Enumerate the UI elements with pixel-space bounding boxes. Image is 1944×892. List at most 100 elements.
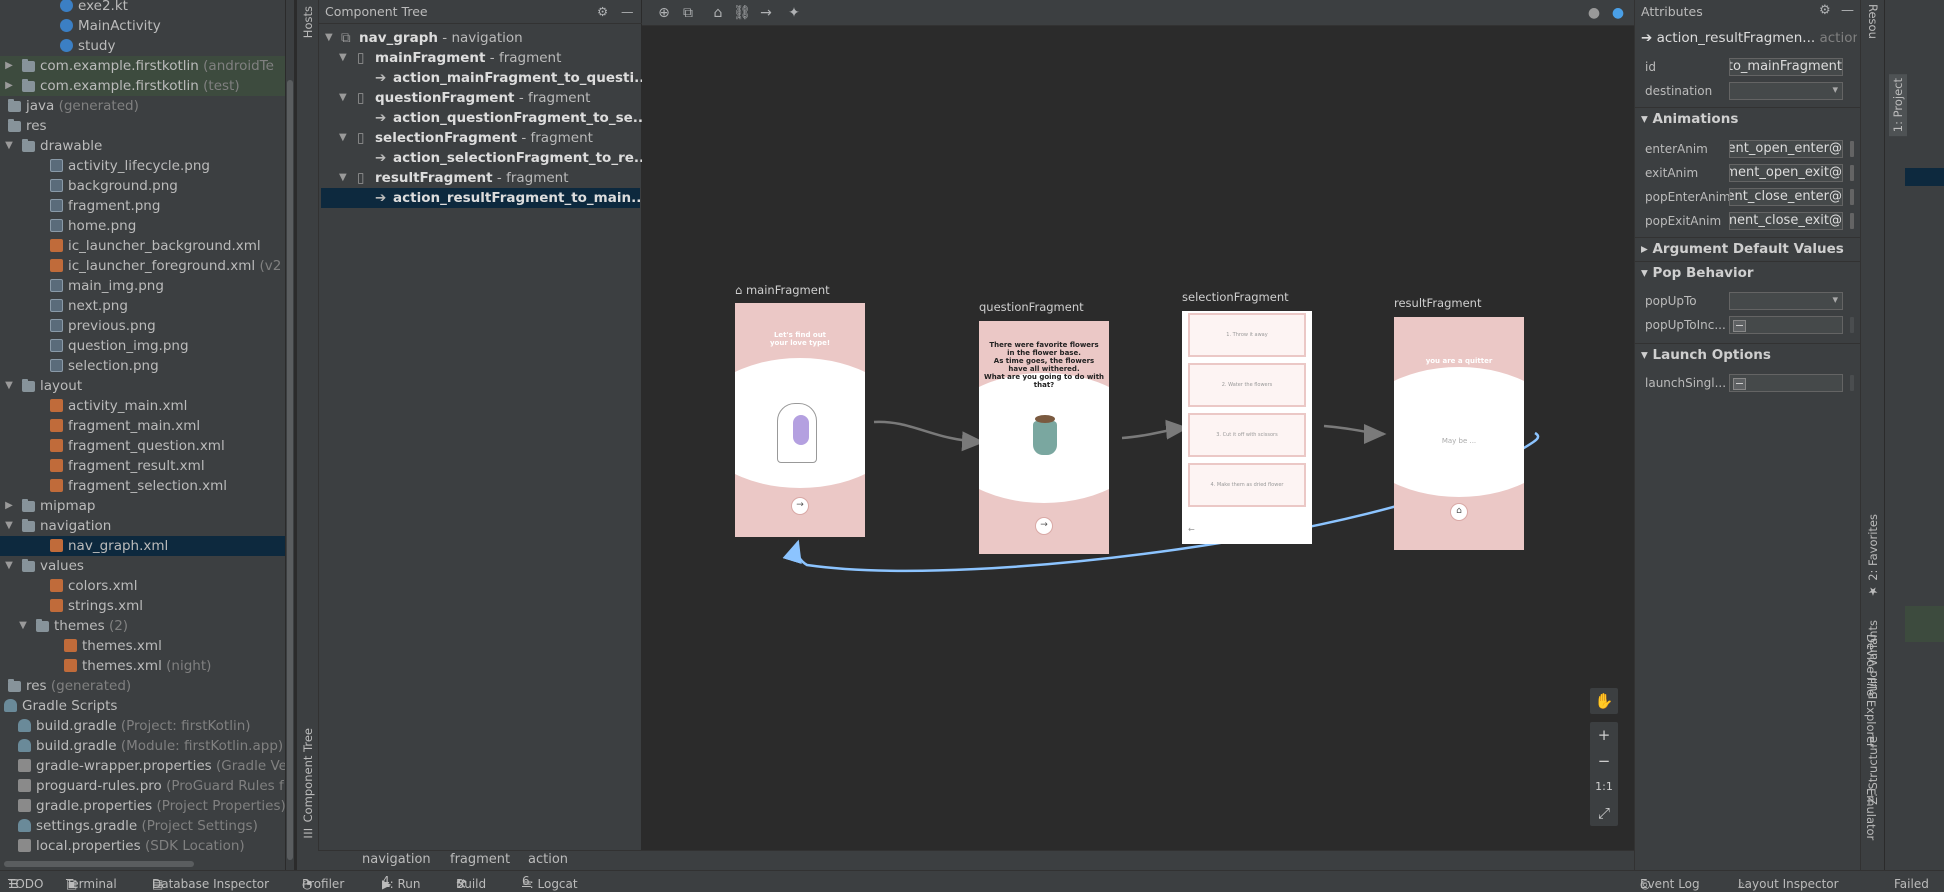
project-tree-item[interactable]: ▶ com.example.firstkotlin (androidTe bbox=[0, 56, 285, 76]
project-tree-item[interactable]: activity_lifecycle.png bbox=[0, 156, 285, 176]
tree-action-item[interactable]: ➔ action_questionFragment_to_se... bbox=[321, 108, 648, 128]
project-tree-item[interactable]: gradle.properties (Project Properties) bbox=[0, 796, 285, 816]
warning-icon[interactable]: ● bbox=[1584, 3, 1604, 23]
argument-defaults-section[interactable]: ▸ Argument Default Values bbox=[1635, 237, 1861, 259]
minimize-icon[interactable]: — bbox=[621, 0, 634, 24]
help-icon[interactable]: ● bbox=[1608, 3, 1628, 23]
chevron-down-icon[interactable]: ▼ bbox=[339, 128, 347, 148]
tree-action-item[interactable]: ➔ action_mainFragment_to_questi... bbox=[321, 68, 649, 88]
project-tree-item[interactable]: build.gradle (Project: firstKotlin) bbox=[0, 716, 285, 736]
resource-picker[interactable] bbox=[1850, 165, 1854, 181]
zoom-to-fit-button[interactable]: ⤢ bbox=[1590, 800, 1618, 826]
navigation-canvas[interactable]: ⌂ mainFragment Let's find out your love t… bbox=[642, 0, 1634, 850]
action-question-to-selection[interactable] bbox=[1121, 419, 1189, 440]
project-tree-item[interactable]: ▶ com.example.firstkotlin (test) bbox=[0, 76, 285, 96]
breadcrumb-fragment[interactable]: fragment bbox=[450, 852, 510, 867]
project-tree-item[interactable]: fragment_question.xml bbox=[0, 436, 285, 456]
nested-graph-icon[interactable]: ⧉ bbox=[678, 3, 698, 23]
hosts-tab[interactable]: Hosts bbox=[301, 6, 315, 38]
breadcrumb-action[interactable]: action bbox=[528, 852, 568, 867]
resource-picker[interactable] bbox=[1850, 375, 1854, 391]
action-selection-to-result[interactable] bbox=[1323, 423, 1387, 444]
project-tree-item[interactable]: next.png bbox=[0, 296, 285, 316]
launch-options-section[interactable]: ▾ Launch Options bbox=[1635, 343, 1861, 365]
run-tab[interactable]: ▶ 4: Run bbox=[382, 874, 421, 891]
fragment-preview[interactable]: 1. Throw it away 2. Water the flowers 3. C… bbox=[1182, 311, 1312, 544]
project-tree-item[interactable]: colors.xml bbox=[0, 576, 285, 596]
animations-section[interactable]: ▾ Animations bbox=[1635, 107, 1861, 129]
project-tree-item[interactable]: activity_main.xml bbox=[0, 396, 285, 416]
project-tree-item[interactable]: exe2.kt bbox=[0, 0, 285, 16]
chevron-down-icon[interactable]: ▼ bbox=[4, 556, 14, 576]
tree-fragment-item[interactable]: ▼ ▯ questionFragment - fragment bbox=[321, 88, 640, 108]
project-tree-item[interactable]: ▼ values bbox=[0, 556, 285, 576]
tree-fragment-item[interactable]: ▼ ▯ resultFragment - fragment bbox=[321, 168, 640, 188]
resource-manager-tab[interactable]: Resou bbox=[1866, 4, 1880, 39]
project-tree-item[interactable]: gradle-wrapper.properties (Gradle Ve bbox=[0, 756, 285, 776]
fragment-label[interactable]: ⌂ mainFragment bbox=[735, 283, 830, 297]
action-arrow-icon[interactable]: → bbox=[756, 3, 776, 23]
project-tree-item[interactable]: ▼ navigation bbox=[0, 516, 285, 536]
tree-root-nav-graph[interactable]: ▼ ⧉ nav_graph - navigation bbox=[321, 28, 640, 48]
popupto-dropdown[interactable] bbox=[1729, 292, 1843, 310]
destination-dropdown[interactable] bbox=[1729, 82, 1843, 100]
project-tab[interactable]: 1: Project bbox=[1889, 74, 1907, 137]
project-tree-item[interactable]: previous.png bbox=[0, 316, 285, 336]
chevron-down-icon[interactable]: ▼ bbox=[4, 136, 14, 156]
device-file-explorer-tab[interactable]: Device File Explorer bbox=[1864, 634, 1878, 748]
resource-picker[interactable] bbox=[1850, 189, 1854, 205]
project-tree-item[interactable]: res (generated) bbox=[0, 676, 285, 696]
project-horizontal-scrollbar[interactable] bbox=[0, 860, 285, 868]
action-main-to-question[interactable] bbox=[873, 420, 985, 452]
project-tree-item[interactable]: ▼ drawable bbox=[0, 136, 285, 156]
tree-fragment-item[interactable]: ▼ ▯ mainFragment - fragment bbox=[321, 48, 640, 68]
chevron-right-icon[interactable]: ▶ bbox=[4, 56, 14, 76]
resource-picker[interactable] bbox=[1850, 213, 1854, 229]
project-tree-item[interactable]: ic_launcher_background.xml bbox=[0, 236, 285, 256]
logcat-tab[interactable]: ≡ 6: Logcat bbox=[522, 874, 578, 891]
chevron-down-icon[interactable]: ▼ bbox=[18, 616, 28, 636]
project-tree-item[interactable]: MainActivity bbox=[0, 16, 285, 36]
project-tree-item[interactable]: fragment_selection.xml bbox=[0, 476, 285, 496]
project-tree-item[interactable]: selection.png bbox=[0, 356, 285, 376]
auto-arrange-icon[interactable]: ✦ bbox=[784, 3, 804, 23]
chevron-down-icon[interactable]: ▼ bbox=[339, 48, 347, 68]
project-tree-item[interactable]: ▶ mipmap bbox=[0, 496, 285, 516]
project-tree-item[interactable]: local.properties (SDK Location) bbox=[0, 836, 285, 856]
project-tree-item[interactable]: strings.xml bbox=[0, 596, 285, 616]
new-destination-icon[interactable]: ⊕ bbox=[654, 3, 674, 23]
project-tree-item[interactable]: study bbox=[0, 36, 285, 56]
chevron-down-icon[interactable]: ▼ bbox=[4, 516, 14, 536]
fragment-preview[interactable]: There were favorite flowers in the flowe… bbox=[979, 321, 1109, 554]
gear-icon[interactable]: ⚙ bbox=[1819, 3, 1831, 18]
pan-icon[interactable]: ✋ bbox=[1590, 688, 1618, 714]
tree-fragment-item[interactable]: ▼ ▯ selectionFragment - fragment bbox=[321, 128, 640, 148]
fragment-label[interactable]: selectionFragment bbox=[1182, 290, 1289, 304]
project-tree-item[interactable]: main_img.png bbox=[0, 276, 285, 296]
zoom-out-button[interactable]: − bbox=[1590, 748, 1618, 774]
fragment-preview[interactable]: Let's find out your love type! → bbox=[735, 303, 865, 537]
project-tree-item[interactable]: home.png bbox=[0, 216, 285, 236]
zoom-in-button[interactable]: + bbox=[1590, 722, 1618, 748]
chevron-down-icon[interactable]: ▼ bbox=[339, 88, 347, 108]
project-tree-item[interactable]: ▼Gradle Scripts bbox=[0, 696, 285, 716]
project-tree-item[interactable]: ▼ themes (2) bbox=[0, 616, 285, 636]
project-tree-item[interactable]: fragment_result.xml bbox=[0, 456, 285, 476]
actual-size-button[interactable]: 1:1 bbox=[1590, 774, 1618, 800]
project-tree-item[interactable]: themes.xml bbox=[0, 636, 285, 656]
popuptoinclusive-checkbox[interactable] bbox=[1729, 316, 1843, 334]
project-tree-item[interactable]: background.png bbox=[0, 176, 285, 196]
emulator-tab[interactable]: Emulator bbox=[1864, 788, 1878, 840]
launchsingletop-checkbox[interactable] bbox=[1729, 374, 1843, 392]
breadcrumb-navigation[interactable]: navigation bbox=[362, 852, 431, 867]
chevron-down-icon[interactable]: ▼ bbox=[325, 28, 333, 48]
gear-icon[interactable]: ⚙ bbox=[597, 0, 608, 24]
favorites-tab[interactable]: ★ 2: Favorites bbox=[1866, 514, 1880, 598]
fragment-label[interactable]: resultFragment bbox=[1394, 296, 1481, 310]
anim-field[interactable]: @animator/nav_default_enter_anim_fragmen… bbox=[1729, 140, 1843, 158]
chevron-down-icon[interactable]: ▼ bbox=[339, 168, 347, 188]
resource-picker[interactable] bbox=[1850, 317, 1854, 333]
pop-behavior-section[interactable]: ▾ Pop Behavior bbox=[1635, 261, 1861, 283]
project-tree-item[interactable]: nav_graph.xml bbox=[0, 536, 285, 556]
project-tree-item[interactable]: themes.xml (night) bbox=[0, 656, 285, 676]
